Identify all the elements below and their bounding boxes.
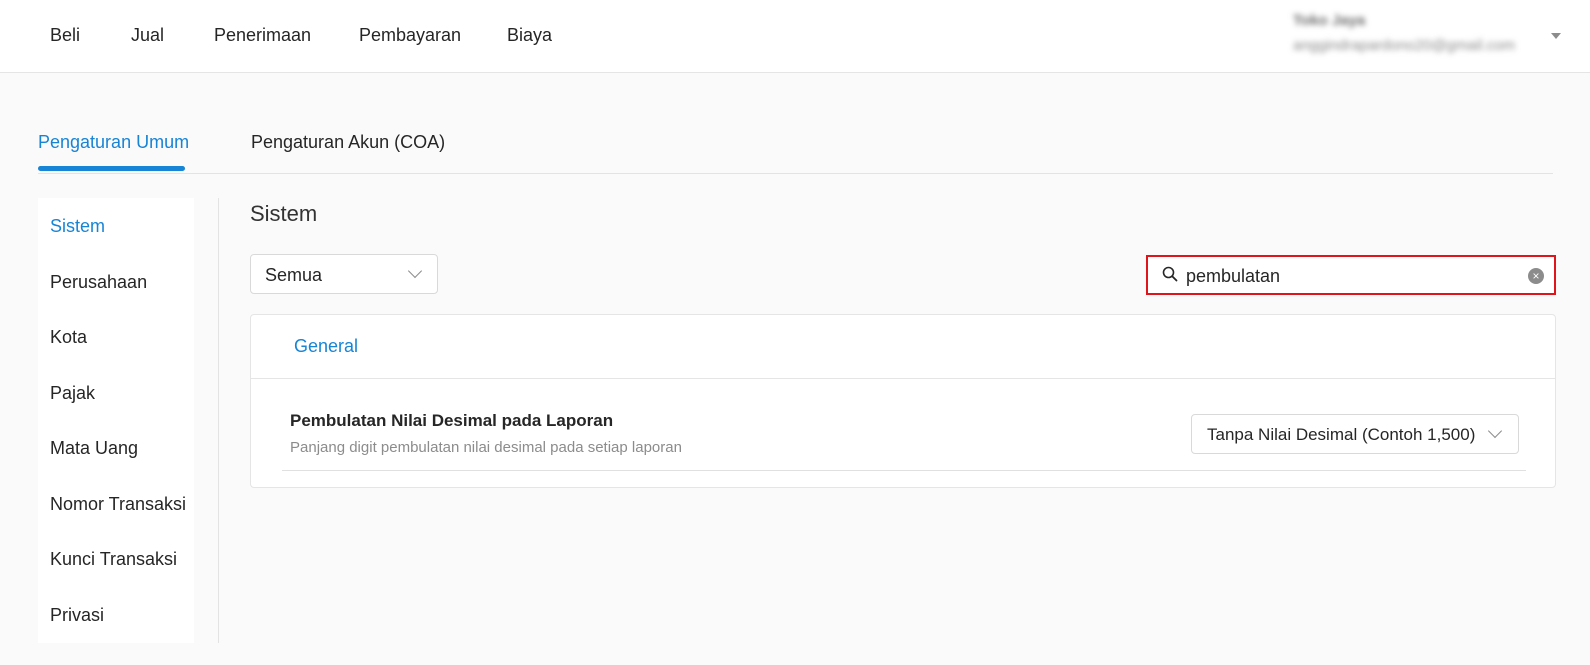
- setting-title: Pembulatan Nilai Desimal pada Laporan: [290, 411, 614, 430]
- sidebar-item-perusahaan[interactable]: Perusahaan: [50, 272, 147, 293]
- sidebar-item-pajak[interactable]: Pajak: [50, 383, 95, 404]
- tabs-divider: [38, 173, 1553, 174]
- chevron-down-icon: [407, 263, 423, 279]
- search-box: ×: [1146, 255, 1556, 295]
- rounding-value: Tanpa Nilai Desimal (Contoh 1,500): [1207, 425, 1476, 444]
- setting-row: Pembulatan Nilai Desimal pada Laporan Pa…: [282, 379, 1526, 471]
- tab-pengaturan-umum[interactable]: Pengaturan Umum: [38, 132, 189, 153]
- page-title: Sistem: [250, 201, 318, 226]
- nav-pembayaran[interactable]: Pembayaran: [359, 25, 461, 46]
- nav-beli[interactable]: Beli: [50, 25, 80, 46]
- search-input[interactable]: [1186, 263, 1516, 289]
- caret-down-icon[interactable]: [1551, 33, 1561, 39]
- nav-jual[interactable]: Jual: [131, 25, 164, 46]
- user-menu[interactable]: Toko Jaya anggindrapardono20@gmail.com: [1293, 12, 1548, 54]
- search-icon: [1162, 266, 1178, 287]
- card-section-general[interactable]: General: [294, 336, 358, 357]
- sidebar-item-sistem[interactable]: Sistem: [50, 216, 105, 237]
- setting-description: Panjang digit pembulatan nilai desimal p…: [290, 439, 682, 456]
- user-name: Toko Jaya: [1293, 12, 1366, 29]
- filter-value: Semua: [265, 265, 323, 285]
- chevron-down-icon: [1487, 423, 1503, 439]
- settings-sidebar: Sistem Perusahaan Kota Pajak Mata Uang N…: [38, 198, 194, 643]
- sidebar-item-nomor-transaksi[interactable]: Nomor Transaksi: [50, 494, 186, 515]
- clear-icon[interactable]: ×: [1528, 268, 1544, 284]
- sidebar-item-mata-uang[interactable]: Mata Uang: [50, 438, 138, 459]
- top-navbar: Beli Jual Penerimaan Pembayaran Biaya To…: [0, 0, 1590, 73]
- sidebar-divider: [218, 198, 219, 643]
- category-filter-select[interactable]: Semua: [250, 254, 438, 294]
- sidebar-item-kunci-transaksi[interactable]: Kunci Transaksi: [50, 549, 177, 570]
- settings-card: General Pembulatan Nilai Desimal pada La…: [250, 314, 1556, 488]
- tab-pengaturan-akun[interactable]: Pengaturan Akun (COA): [251, 132, 445, 153]
- active-tab-indicator: [38, 166, 185, 171]
- user-email: anggindrapardono20@gmail.com: [1293, 37, 1516, 54]
- nav-penerimaan[interactable]: Penerimaan: [214, 25, 311, 46]
- nav-biaya[interactable]: Biaya: [507, 25, 552, 46]
- sidebar-item-kota[interactable]: Kota: [50, 327, 87, 348]
- sidebar-item-privasi[interactable]: Privasi: [50, 605, 104, 626]
- card-header: General: [251, 315, 1555, 379]
- rounding-select[interactable]: Tanpa Nilai Desimal (Contoh 1,500): [1191, 414, 1519, 454]
